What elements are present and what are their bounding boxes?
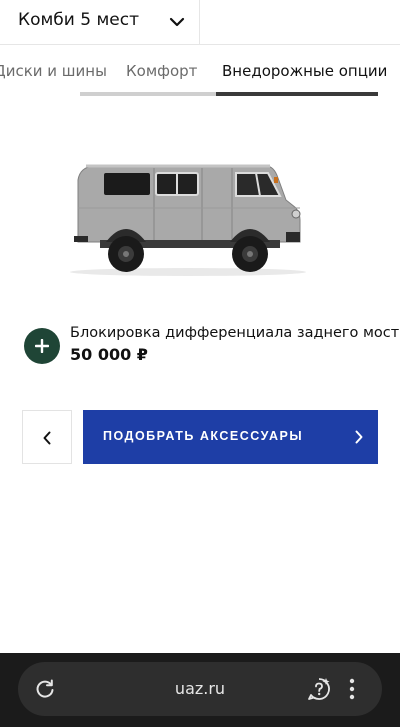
tab-disks-and-tires[interactable]: Диски и шины (0, 62, 107, 80)
assistant-icon[interactable] (306, 676, 332, 702)
browser-toolbar: uaz.ru (0, 653, 400, 727)
chevron-right-icon (355, 430, 363, 444)
select-accessories-label: ПОДОБРАТЬ АКСЕССУАРЫ (103, 429, 304, 443)
chevron-left-icon (43, 431, 51, 445)
option-name: Блокировка дифференциала заднего моста (70, 325, 400, 341)
top-bar: Комби 5 мест (0, 0, 400, 45)
back-button[interactable] (22, 410, 72, 464)
option-price: 50 000 ₽ (70, 345, 148, 364)
configuration-label: Комби 5 мест (18, 10, 139, 30)
add-option-button[interactable] (24, 328, 60, 364)
van-image (70, 164, 306, 276)
tab-comfort[interactable]: Комфорт (126, 62, 197, 80)
category-tabs: Диски и шины Комфорт Внедорожные опции (0, 44, 400, 98)
tab-active-indicator (216, 92, 378, 96)
select-accessories-button[interactable]: ПОДОБРАТЬ АКСЕССУАРЫ (83, 410, 378, 464)
chevron-down-icon (169, 17, 185, 27)
more-vert-icon[interactable] (348, 677, 356, 701)
configuration-select[interactable]: Комби 5 мест (0, 0, 200, 44)
tab-offroad-options[interactable]: Внедорожные опции (222, 62, 387, 80)
plus-icon (35, 339, 49, 353)
address-bar[interactable]: uaz.ru (18, 662, 382, 716)
